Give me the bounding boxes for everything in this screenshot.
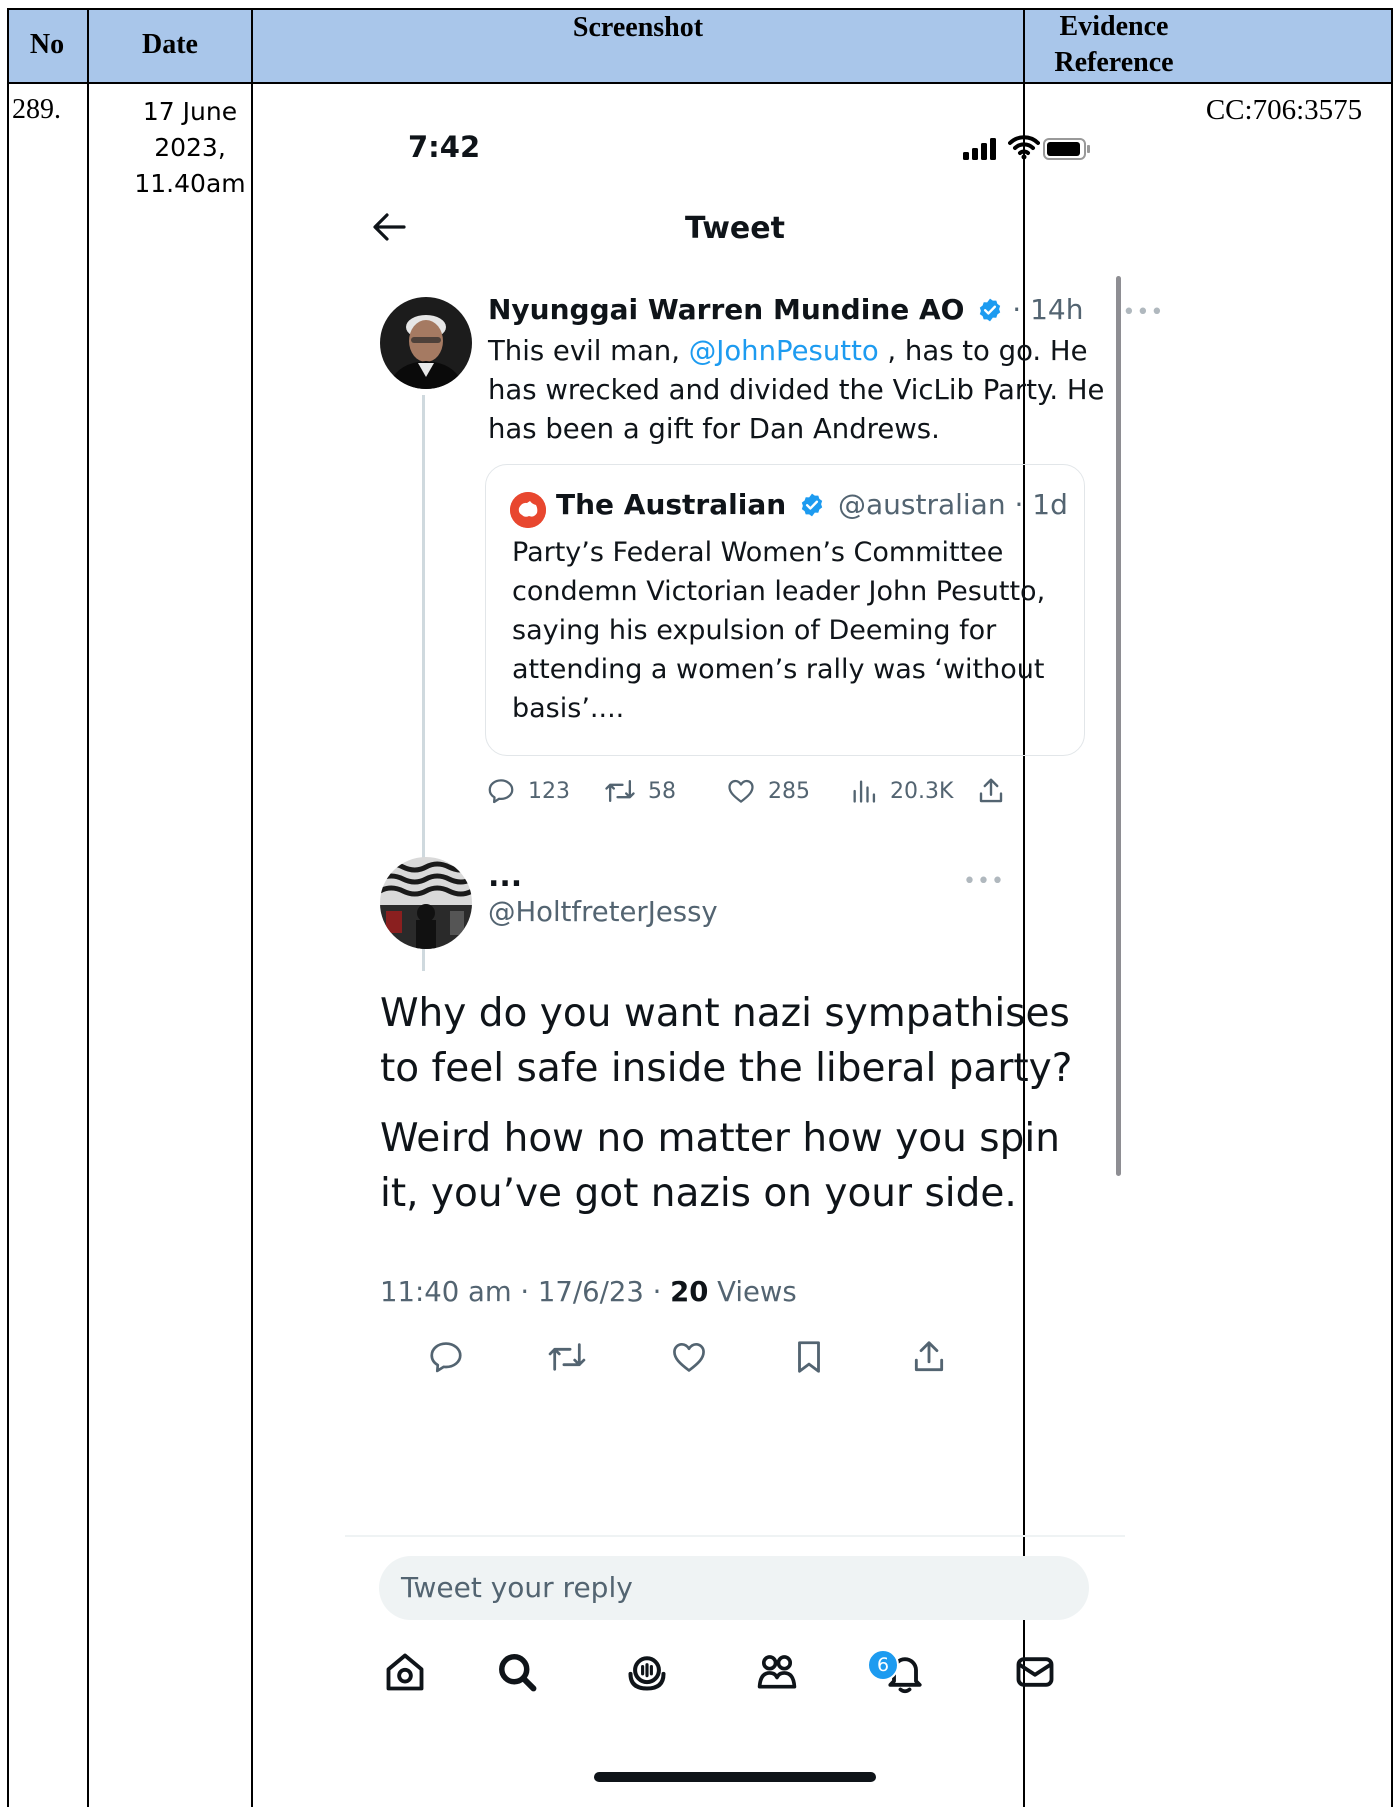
views-button[interactable]: 20.3K xyxy=(850,776,953,806)
share-button[interactable] xyxy=(976,776,1006,806)
tweet-time-date: 11:40 am · 17/6/23 · xyxy=(380,1276,671,1308)
reply-author-name[interactable]: ... xyxy=(488,862,522,892)
battery-icon xyxy=(1043,138,1090,160)
reply-input[interactable]: Tweet your reply xyxy=(379,1556,1089,1620)
views-count: 20.3K xyxy=(890,778,954,804)
more-options-icon[interactable]: ••• xyxy=(1122,300,1164,325)
retweet-button[interactable]: 58 xyxy=(604,776,676,806)
table-border-right xyxy=(1391,8,1393,1807)
header-date: Date xyxy=(142,29,198,60)
tweet-text: This evil man, @JohnPesutto , has to go.… xyxy=(488,332,1118,449)
bottom-tab-bar xyxy=(345,1650,1125,1710)
reply-count: 123 xyxy=(528,778,570,804)
reply-divider xyxy=(345,1535,1125,1537)
row-date-line2: 2023, xyxy=(154,133,226,162)
quoted-handle-age: @australian · 1d xyxy=(837,488,1068,521)
share-icon[interactable] xyxy=(910,1338,948,1376)
reply-icon xyxy=(488,779,514,804)
row-date: 17 June 2023, 11.40am xyxy=(97,94,283,202)
mention-link[interactable]: @JohnPesutto xyxy=(689,335,879,367)
home-icon[interactable] xyxy=(383,1650,427,1694)
bookmark-icon[interactable] xyxy=(790,1338,828,1376)
row-date-line1: 17 June xyxy=(142,97,238,126)
retweet-icon xyxy=(605,779,635,803)
retweet-count: 58 xyxy=(648,778,676,804)
header-no: No xyxy=(29,29,65,60)
like-icon[interactable] xyxy=(670,1338,708,1376)
messages-icon[interactable] xyxy=(1013,1650,1057,1694)
cellular-signal-icon xyxy=(963,138,996,160)
main-tweet-text: Why do you want nazi sympathises to feel… xyxy=(380,986,1100,1221)
home-indicator[interactable] xyxy=(594,1772,876,1782)
verified-badge-icon xyxy=(801,493,823,517)
like-icon xyxy=(728,779,754,803)
tweet-age: 14h xyxy=(1030,293,1084,326)
status-time: 7:42 xyxy=(408,130,481,164)
main-tweet-paragraph-2: Weird how no matter how you spin it, you… xyxy=(380,1116,1060,1216)
tweet-timestamp: 11:40 am · 17/6/23 · 20 Views xyxy=(380,1276,797,1308)
tweet-author-row: Nyunggai Warren Mundine AO · 14h ••• xyxy=(488,293,1165,326)
row-evidence-reference: CC:706:3575 xyxy=(1205,94,1363,126)
row-number: 289. xyxy=(12,94,61,125)
column-divider-date xyxy=(251,8,253,1807)
reply-button[interactable]: 123 xyxy=(486,776,570,806)
table-header-divider xyxy=(7,82,1393,84)
header-evidence-line1: Evidence xyxy=(1059,11,1169,42)
header-screenshot: Screenshot xyxy=(572,12,704,43)
tweet-views-label: Views xyxy=(708,1276,797,1308)
main-tweet-paragraph-1: Why do you want nazi sympathises to feel… xyxy=(380,991,1073,1091)
retweet-icon[interactable] xyxy=(547,1338,587,1376)
quoted-author-row: The Australian @australian · 1d xyxy=(556,487,1068,523)
table-border-top xyxy=(7,8,1393,10)
reply-icon[interactable] xyxy=(427,1338,465,1376)
reply-author-avatar[interactable] xyxy=(380,857,472,949)
more-options-icon[interactable]: ••• xyxy=(963,869,1005,894)
quoted-tweet-text: Party’s Federal Women’s Committee condem… xyxy=(512,537,1046,724)
column-divider-no xyxy=(87,8,89,1807)
notifications-badge: 6 xyxy=(867,1649,899,1681)
page-title: Tweet xyxy=(685,211,785,246)
spaces-icon[interactable] xyxy=(625,1650,669,1694)
tweet-views-count[interactable]: 20 xyxy=(670,1276,708,1308)
wifi-icon xyxy=(1008,135,1040,160)
verified-badge-icon xyxy=(980,298,1001,322)
quoted-author-name: The Australian xyxy=(556,488,787,521)
header-evidence-reference: Evidence Reference xyxy=(1025,8,1203,82)
views-icon xyxy=(853,780,876,803)
australian-logo-icon xyxy=(510,492,546,528)
share-icon xyxy=(979,778,1003,803)
author-avatar[interactable] xyxy=(380,297,472,389)
tweet-text-part1: This evil man, xyxy=(488,335,689,367)
reply-author-handle[interactable]: @HoltfreterJessy xyxy=(488,896,718,928)
search-icon[interactable] xyxy=(495,1650,539,1694)
quoted-tweet-card[interactable]: The Australian @australian · 1d Party’s … xyxy=(485,464,1085,756)
table-border-left xyxy=(7,8,9,1807)
main-tweet-actions xyxy=(345,1338,1125,1388)
tweet-screenshot: 7:42 Tweet Nyunggai Warren Mundine AO · … xyxy=(345,110,1163,1807)
tweet-actions: 123 58 285 20.3K xyxy=(486,776,1126,816)
like-button[interactable]: 285 xyxy=(726,776,810,806)
row-date-line3: 11.40am xyxy=(134,169,246,198)
communities-icon[interactable] xyxy=(755,1650,799,1694)
author-name[interactable]: Nyunggai Warren Mundine AO xyxy=(488,293,964,326)
header-evidence-line2: Reference xyxy=(1054,47,1174,78)
like-count: 285 xyxy=(768,778,810,804)
